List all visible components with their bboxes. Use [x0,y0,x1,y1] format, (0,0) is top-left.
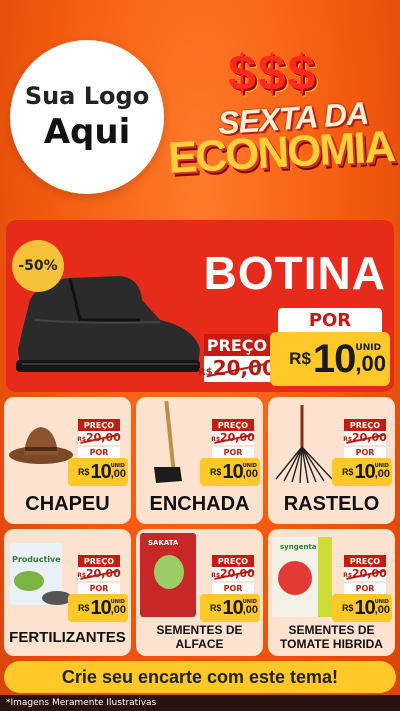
dollar-sign-1: $ [228,45,256,101]
pack-art [14,571,44,591]
headline-sexta-da-economia: $ $ $ SEXTA DA ECONOMIA [167,48,398,183]
logo-placeholder: Sua Logo Aqui [10,40,164,194]
seed-pack-image: syngenta [272,537,332,617]
price-currency: R$ [289,349,311,368]
card-title-line2: ALFACE [175,637,224,651]
price-cents: ,00 [355,350,386,376]
price-currency: R$ [341,603,354,613]
price-integer: 10 [90,460,111,483]
pack-art [278,561,312,595]
rake-image [275,405,333,483]
pack-art [154,555,184,589]
pack-brand: syngenta [280,543,317,551]
product-card-sementes-tomate[interactable]: syngenta PREÇO R$ 20,00 POR R$ 10 UNID ,… [268,529,395,656]
preco-label: PREÇO [78,555,120,567]
card-title: SEMENTES DE ALFACE [136,623,263,651]
dollar-signs: $ $ $ [228,48,315,98]
old-price: R$ 20,00 [343,431,387,445]
old-price: R$ 20,00 [77,567,121,581]
dollar-sign-3: $ [287,45,316,101]
price-currency: R$ [77,467,90,477]
card-title-line1: SEMENTES DE [288,623,375,637]
hero-offer-botina[interactable]: -50% BOTINA PREÇO R$ 20,00 POR R$ 10 UNI… [6,220,394,392]
pack-brand: Productive [12,555,61,564]
price-integer: 10 [354,460,375,483]
price-cents: ,00 [110,604,126,616]
discount-badge: -50% [12,240,64,292]
price-integer: 10 [354,596,375,619]
current-price: R$ 10 UNID ,00 [68,458,128,486]
por-label: POR [278,308,382,332]
price-currency: R$ [209,603,222,613]
current-price: R$ 10 UNID ,00 [332,458,392,486]
price-cents: ,00 [110,468,126,480]
current-price: R$ 10 UNID ,00 [200,458,260,486]
hat-image [9,427,73,464]
preco-label: PREÇO [78,419,120,431]
card-title: ENCHADA [149,493,250,515]
price-cents: ,00 [374,468,390,480]
por-label: POR [212,447,254,458]
headline-line2: ECONOMIA [166,122,396,183]
price-integer: 10 [90,596,111,619]
preco-label: PREÇO [344,555,386,567]
price-currency: R$ [77,603,90,613]
price-integer: 10 [312,336,356,381]
price-cents: ,00 [374,604,390,616]
product-card-rastelo[interactable]: PREÇO R$ 20,00 POR R$ 10 UNID ,00 RASTEL… [268,397,395,524]
disclaimer-footer: *Imagens Meramente Ilustrativas [0,695,400,711]
card-title: FERTILIZANTES [9,629,126,646]
seed-pack-image: SAKATA [140,533,196,617]
old-price: R$ 20,00 [343,567,387,581]
card-title-line1: SEMENTES DE [156,623,243,637]
logo-text-line1: Sua Logo [24,82,150,110]
card-title-line2: TOMATE HIBRIDA [280,637,383,651]
hero-product-title: BOTINA [203,247,386,299]
price-integer: 10 [222,460,243,483]
por-label: POR [78,447,120,458]
por-label: POR [78,583,120,594]
price-cents: ,00 [242,468,258,480]
por-label: POR [212,583,254,594]
product-card-sementes-alface[interactable]: SAKATA PREÇO R$ 20,00 POR R$ 10 UNID ,00… [136,529,263,656]
product-card-fertilizantes[interactable]: Productive 50kg PREÇO R$ 20,00 POR R$ 10… [4,529,131,656]
hoe-image [154,401,182,483]
por-label: POR [344,447,386,458]
price-integer: 10 [222,596,243,619]
old-price: R$ 20,00 [198,356,276,382]
pack-brand: SAKATA [148,539,179,547]
pack-stripe [318,537,332,617]
cta-banner[interactable]: Crie seu encarte com este tema! [4,661,396,693]
dollar-sign-2: $ [257,45,286,101]
old-price: R$ 20,00 [211,431,255,445]
price-currency: R$ [341,467,354,477]
preco-label: PREÇO [212,419,254,431]
por-label: POR [344,583,386,594]
preco-label: PREÇO [204,334,270,356]
preco-label: PREÇO [344,419,386,431]
logo-text-line2: Aqui [43,112,131,152]
product-card-enchada[interactable]: PREÇO R$ 20,00 POR R$ 10 UNID ,00 ENCHAD… [136,397,263,524]
price-currency: R$ [209,467,222,477]
old-price: R$ 20,00 [77,431,121,445]
current-price: R$ 10 UNID ,00 [68,594,128,622]
product-card-chapeu[interactable]: PREÇO R$ 20,00 POR R$ 10 UNID ,00 CHAPEU [4,397,131,524]
old-price: R$ 20,00 [211,567,255,581]
current-price: R$ 10 UNID ,00 [332,594,392,622]
card-title: RASTELO [283,493,380,515]
preco-label: PREÇO [212,555,254,567]
card-title: CHAPEU [25,493,110,515]
price-cents: ,00 [242,604,258,616]
current-price: R$ 10 UNID ,00 [270,332,390,386]
current-price: R$ 10 UNID ,00 [200,594,260,622]
card-title: SEMENTES DE TOMATE HIBRIDA [268,623,395,651]
